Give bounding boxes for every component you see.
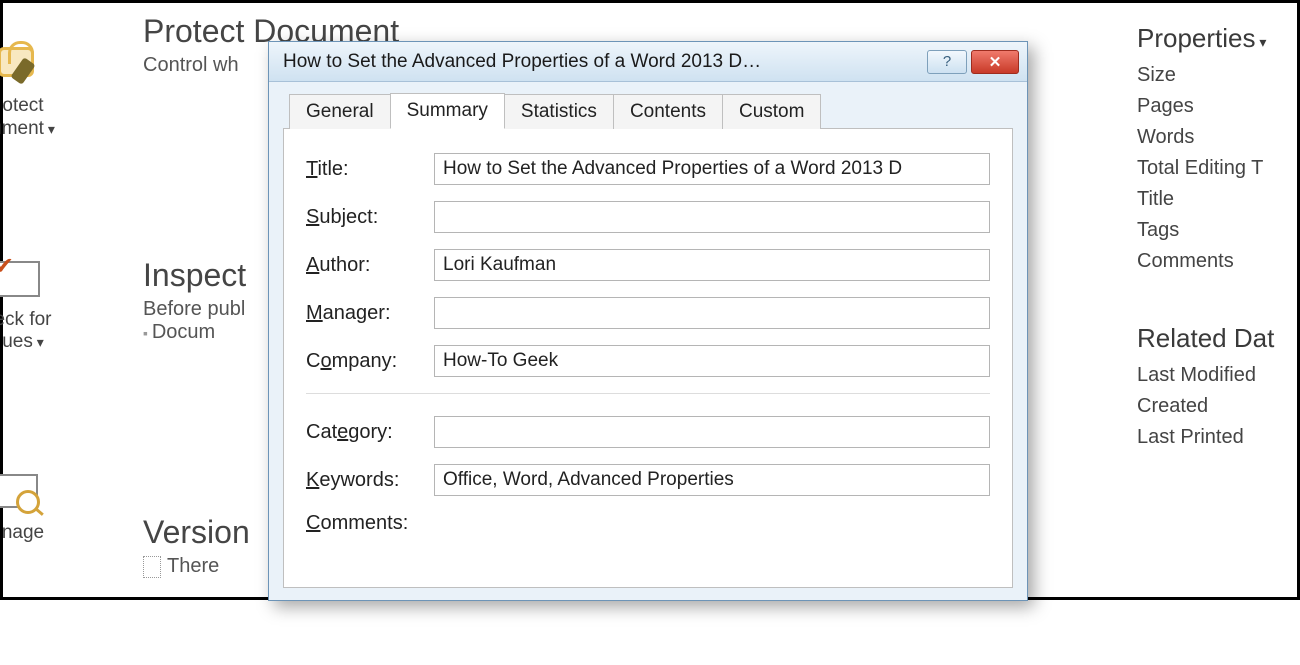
company-label: Company: [306, 350, 434, 373]
property-item: Comments [1137, 250, 1300, 273]
check-icon [0, 261, 40, 297]
lock-icon [0, 47, 34, 77]
tab-contents[interactable]: Contents [613, 94, 723, 129]
keywords-field[interactable] [434, 464, 990, 496]
versions-subtext: There [167, 555, 219, 577]
page-icon [143, 556, 161, 578]
help-button[interactable]: ? [927, 50, 967, 74]
property-item: Size [1137, 64, 1300, 87]
tab-statistics[interactable]: Statistics [504, 94, 614, 129]
help-icon: ? [943, 53, 951, 70]
summary-tab-panel: Title: Subject: Author: Manager: Company… [283, 128, 1013, 588]
related-date-item: Last Printed [1137, 426, 1300, 449]
title-field[interactable] [434, 153, 990, 185]
close-button[interactable]: ✕ [971, 50, 1019, 74]
category-label: Category: [306, 421, 434, 444]
property-item: Words [1137, 126, 1300, 149]
related-date-item: Created [1137, 395, 1300, 418]
company-field[interactable] [434, 345, 990, 377]
magnifier-icon [0, 474, 38, 508]
property-item: Pages [1137, 95, 1300, 118]
keywords-label: Keywords: [306, 469, 434, 492]
manage-versions-button[interactable]: nage [0, 474, 83, 545]
protect-button-label: otectument [0, 95, 44, 139]
related-date-item: Last Modified [1137, 364, 1300, 387]
properties-heading[interactable]: Properties [1137, 23, 1300, 54]
category-field[interactable] [434, 416, 990, 448]
check-button-label: eck forues [0, 309, 52, 353]
tab-custom[interactable]: Custom [722, 94, 821, 129]
dialog-titlebar[interactable]: How to Set the Advanced Properties of a … [269, 42, 1027, 82]
title-label: Title: [306, 158, 434, 181]
dialog-tabstrip: GeneralSummaryStatisticsContentsCustom [283, 92, 1013, 128]
comments-label: Comments: [306, 512, 434, 535]
tab-general[interactable]: General [289, 94, 391, 129]
subject-field[interactable] [434, 201, 990, 233]
subject-label: Subject: [306, 206, 434, 229]
author-label: Author: [306, 254, 434, 277]
property-item: Title [1137, 188, 1300, 211]
property-item: Tags [1137, 219, 1300, 242]
dialog-title: How to Set the Advanced Properties of a … [283, 51, 923, 73]
form-divider [306, 393, 990, 394]
manager-field[interactable] [434, 297, 990, 329]
author-field[interactable] [434, 249, 990, 281]
check-for-issues-button[interactable]: eck forues [0, 261, 83, 355]
property-item: Total Editing T [1137, 157, 1300, 180]
manage-button-label: nage [2, 522, 44, 543]
tab-summary[interactable]: Summary [390, 93, 505, 129]
related-dates-heading: Related Dat [1137, 323, 1300, 354]
protect-document-button[interactable]: otectument [0, 47, 83, 141]
manager-label: Manager: [306, 302, 434, 325]
close-icon: ✕ [989, 53, 1002, 71]
properties-dialog: How to Set the Advanced Properties of a … [268, 41, 1028, 601]
